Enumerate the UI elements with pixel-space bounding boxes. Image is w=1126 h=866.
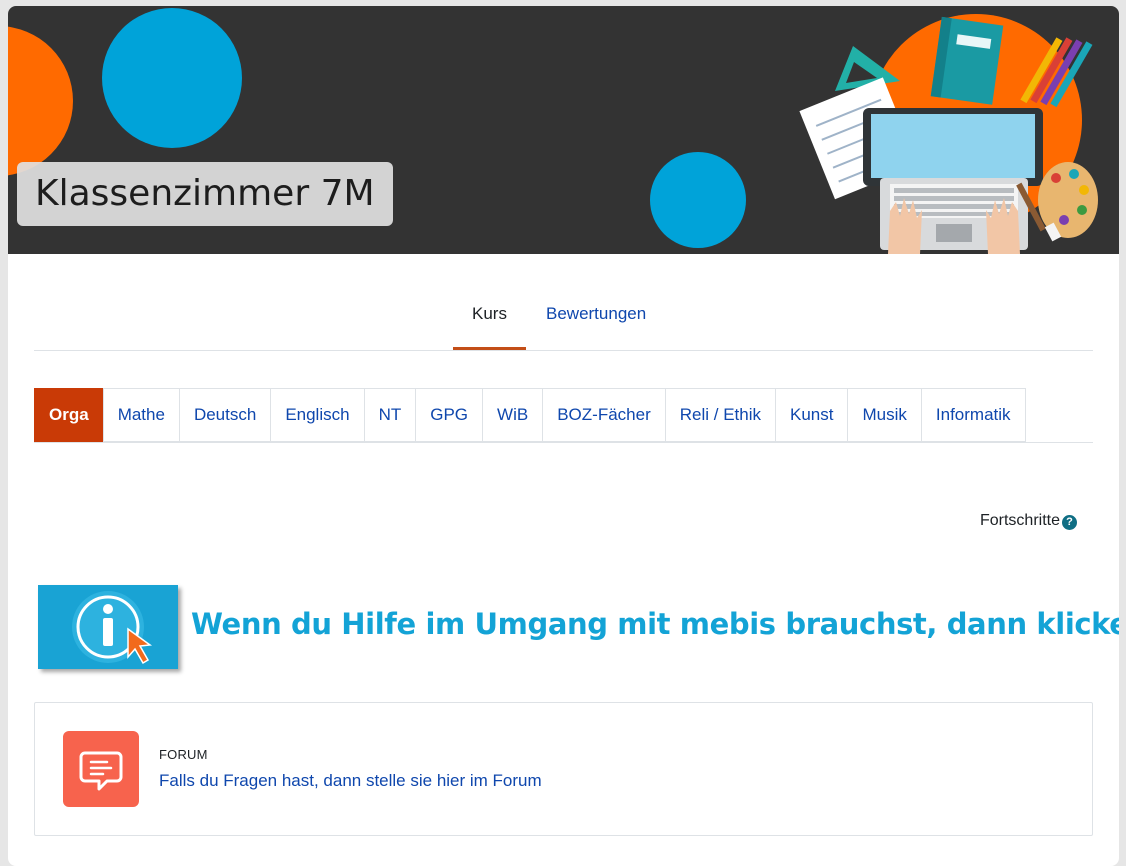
subject-tab-deutsch[interactable]: Deutsch [178,388,271,442]
tab-kurs[interactable]: Kurs [453,291,526,350]
subject-tab-kunst[interactable]: Kunst [775,388,848,442]
tab-bewertungen[interactable]: Bewertungen [527,291,665,350]
course-page: Klassenzimmer 7M Kurs Bewertungen Orga M… [8,6,1119,866]
course-title: Klassenzimmer 7M [17,162,393,226]
subject-tab-reli-ethik[interactable]: Reli / Ethik [664,388,775,442]
subject-tab-bar: Orga Mathe Deutsch Englisch NT GPG WiB B… [34,388,1093,443]
course-primary-nav: Kurs Bewertungen [34,291,1093,351]
orange-circle-left [8,26,73,176]
subject-tab-nt[interactable]: NT [363,388,416,442]
subject-tab-boz-faecher[interactable]: BOZ-Fächer [542,388,665,442]
forum-icon[interactable] [63,731,139,807]
subject-tab-musik[interactable]: Musik [847,388,921,442]
question-circle-icon[interactable]: ? [1062,515,1077,530]
info-cursor-icon[interactable] [38,585,178,669]
subject-tab-informatik[interactable]: Informatik [920,388,1026,442]
subject-tab-orga[interactable]: Orga [34,388,103,442]
course-header-banner: Klassenzimmer 7M [8,6,1119,254]
subject-tab-gpg[interactable]: GPG [415,388,483,442]
subject-tab-wib[interactable]: WiB [482,388,543,442]
subject-tab-englisch[interactable]: Englisch [270,388,364,442]
progress-indicator: Fortschritte ? [980,512,1077,530]
help-link-text[interactable]: Wenn du Hilfe im Umgang mit mebis brauch… [191,607,1119,641]
activity-type-label: FORUM [159,747,208,762]
help-info-banner[interactable]: Wenn du Hilfe im Umgang mit mebis brauch… [38,585,1119,675]
forum-activity-link[interactable]: Falls du Fragen hast, dann stelle sie hi… [159,771,542,791]
blue-circle-bottom [650,152,746,248]
notebook-icon [930,16,1004,105]
subject-tab-mathe[interactable]: Mathe [102,388,179,442]
blue-circle-top [102,8,242,148]
forum-activity-card: FORUM Falls du Fragen hast, dann stelle … [34,702,1093,836]
progress-label: Fortschritte [979,512,1060,529]
